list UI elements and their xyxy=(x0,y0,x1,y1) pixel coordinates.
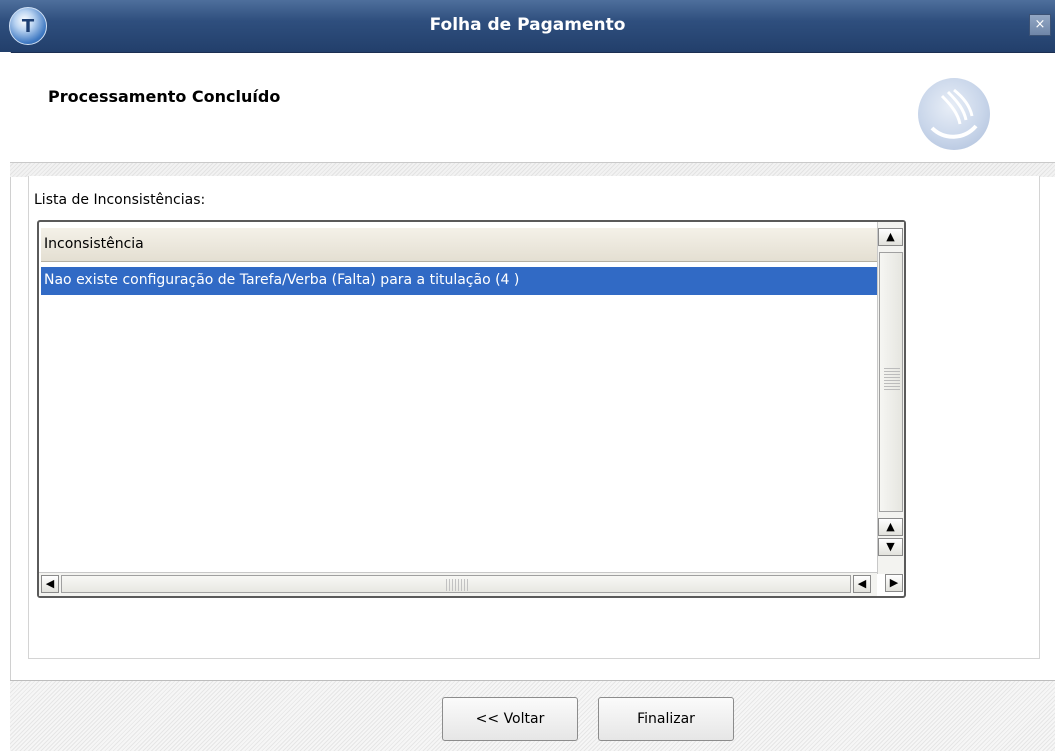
row-cell: Nao existe configuração de Tarefa/Verba … xyxy=(44,272,520,288)
vertical-scrollbar[interactable]: ▲ ▲ ▼ xyxy=(877,222,904,574)
horizontal-scrollbar[interactable]: ◀ ◀ xyxy=(39,572,877,596)
brand-logo-icon xyxy=(918,78,990,150)
page-title: Processamento Concluído xyxy=(48,87,281,106)
scroll-left-icon[interactable]: ◀ xyxy=(41,575,59,593)
header-divider xyxy=(10,162,1055,177)
column-header-inconsistencia[interactable]: Inconsistência xyxy=(41,228,877,262)
grip-icon xyxy=(884,368,900,390)
grip-icon xyxy=(446,579,468,591)
inconsistency-grid[interactable]: Inconsistência Nao existe configuração d… xyxy=(37,220,906,598)
table-row[interactable]: Nao existe configuração de Tarefa/Verba … xyxy=(41,267,877,295)
scroll-right-icon[interactable]: ▶ xyxy=(885,574,903,592)
scroll-left-icon[interactable]: ◀ xyxy=(853,575,871,593)
close-button[interactable]: × xyxy=(1029,14,1051,36)
title-bar: T Folha de Pagamento × xyxy=(0,0,1055,53)
wizard-header: Processamento Concluído xyxy=(10,53,1055,162)
horizontal-scroll-thumb[interactable] xyxy=(61,575,851,593)
scroll-up-icon[interactable]: ▲ xyxy=(878,228,903,246)
scroll-down-icon[interactable]: ▼ xyxy=(878,538,903,556)
scroll-up-icon[interactable]: ▲ xyxy=(878,518,903,536)
back-button[interactable]: << Voltar xyxy=(442,697,578,741)
finish-button[interactable]: Finalizar xyxy=(598,697,734,741)
window-title: Folha de Pagamento xyxy=(429,15,626,35)
column-header-label: Inconsistência xyxy=(44,236,144,252)
list-caption: Lista de Inconsistências: xyxy=(34,192,206,208)
vertical-scroll-thumb[interactable] xyxy=(879,252,903,512)
